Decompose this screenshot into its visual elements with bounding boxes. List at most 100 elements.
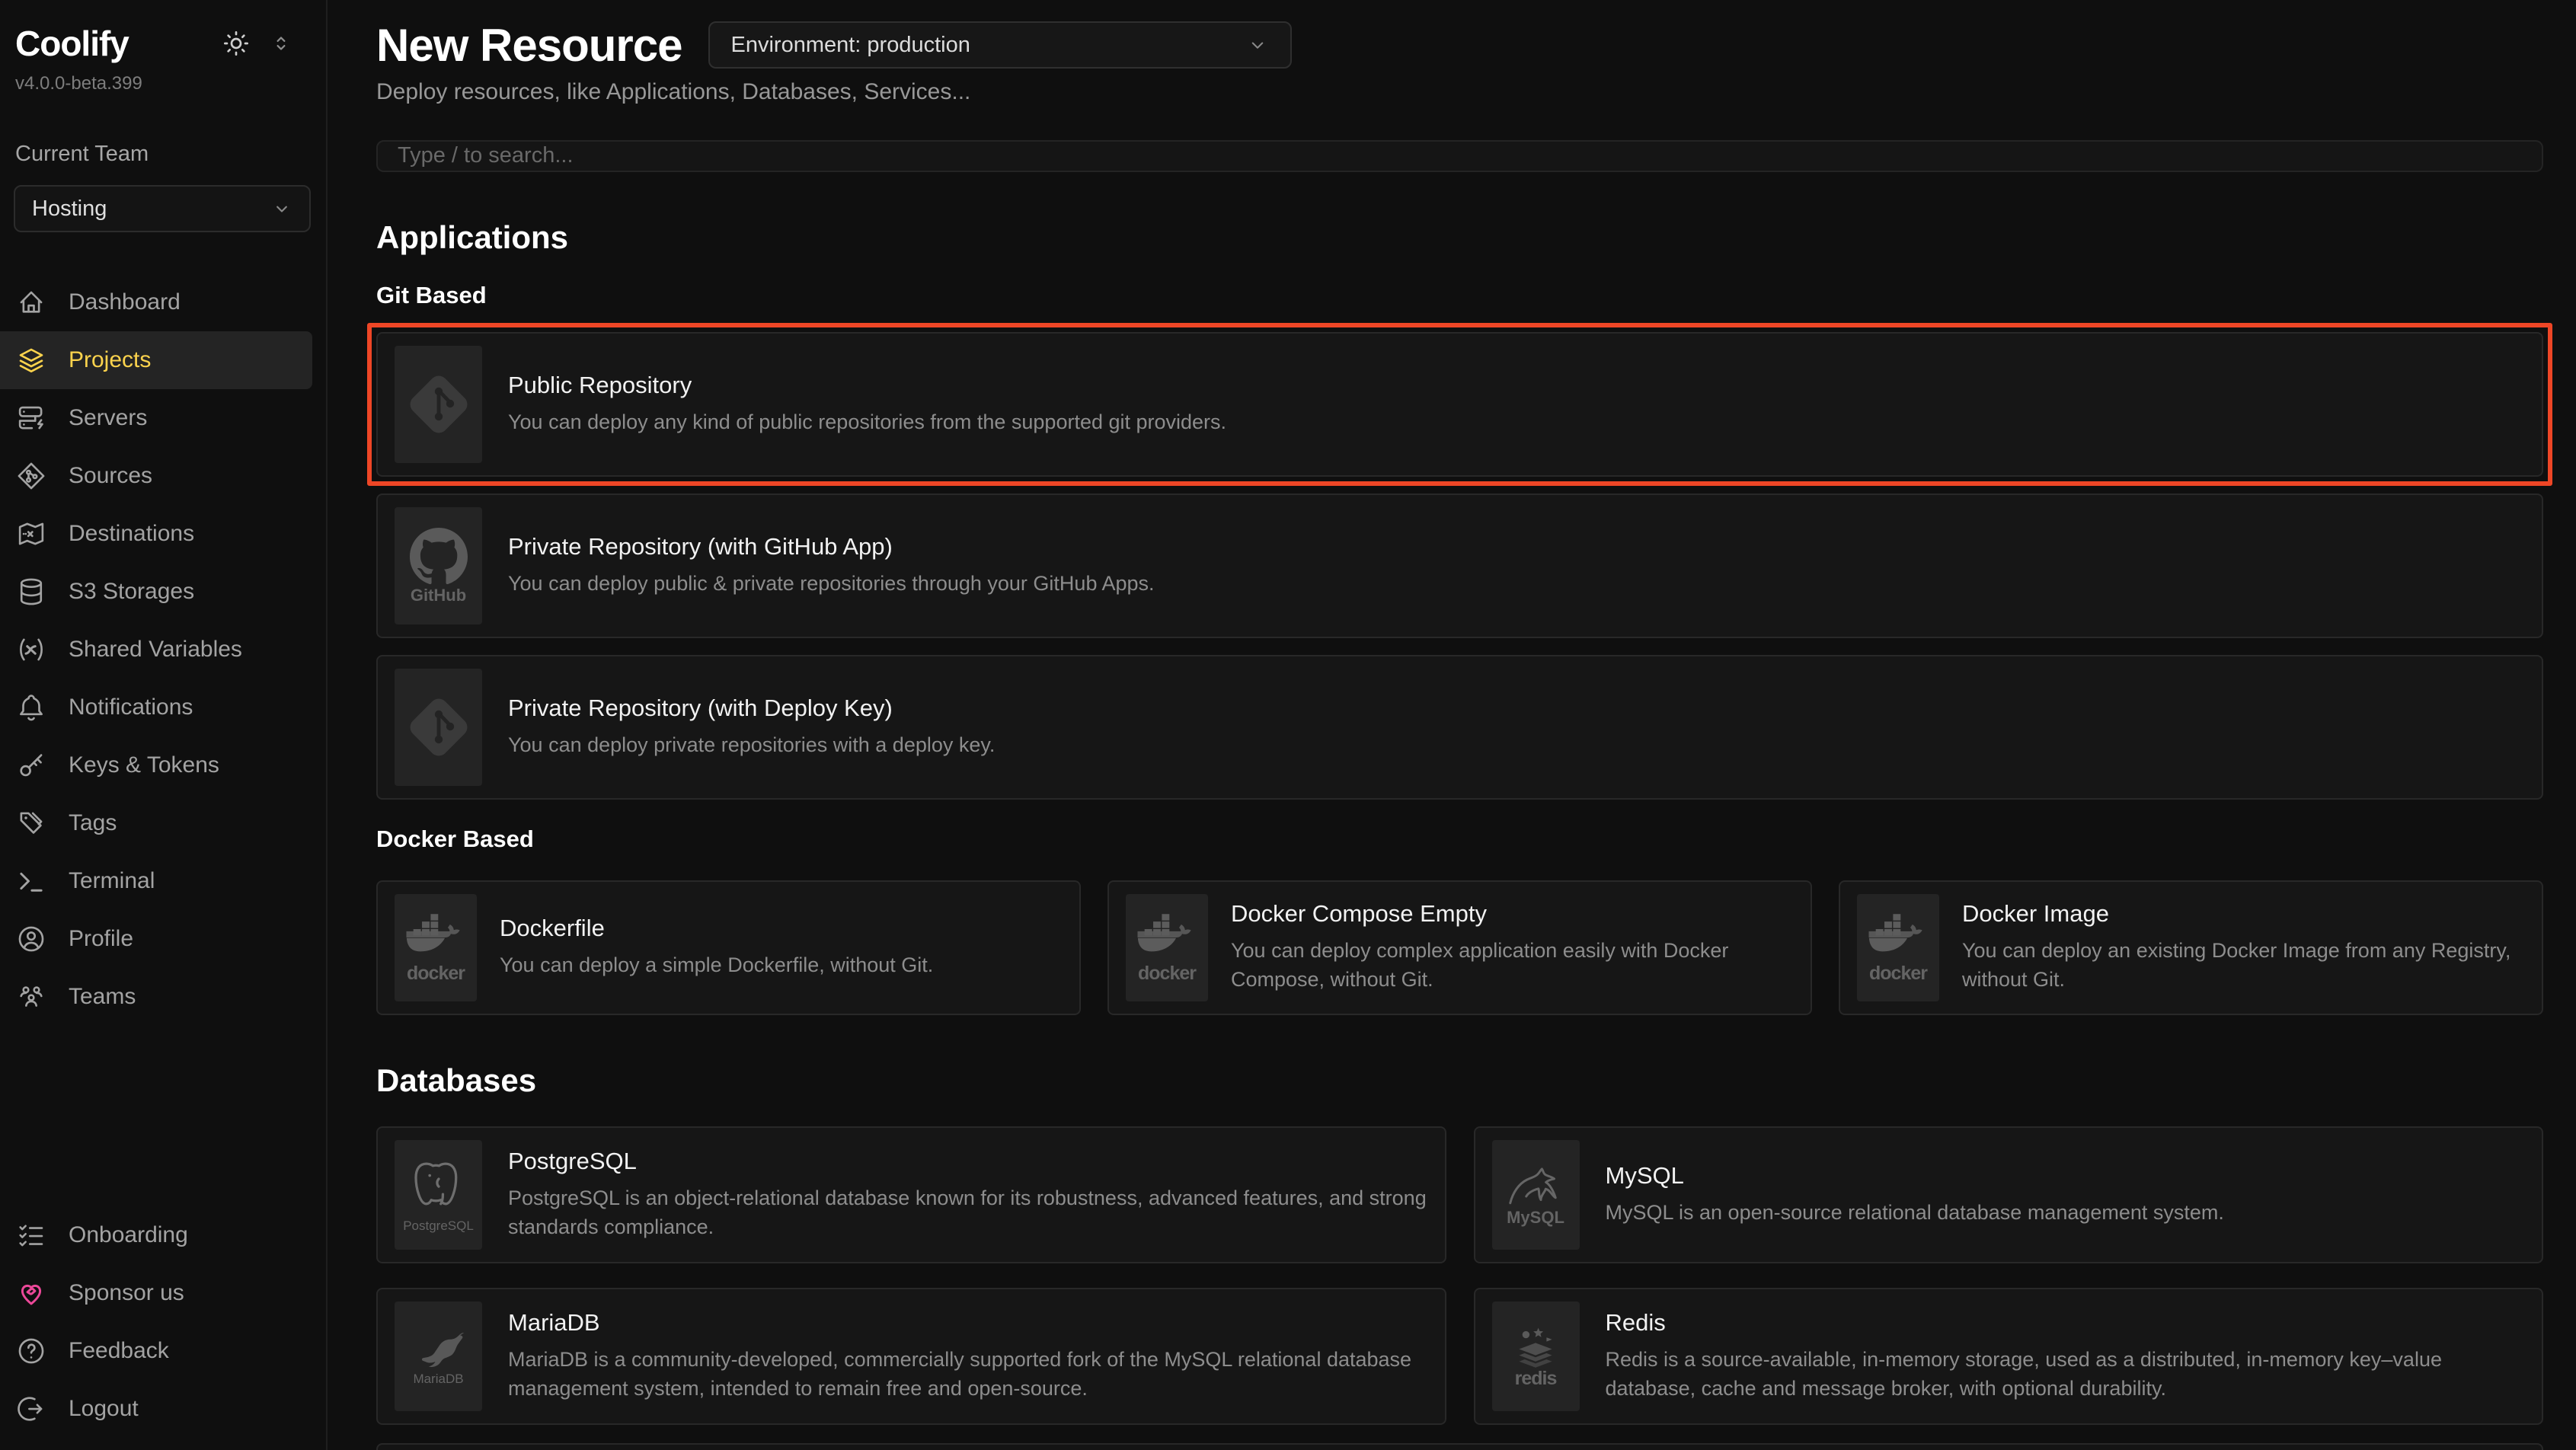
sidebar-item-label: Sponsor us xyxy=(69,1280,184,1306)
layers-icon xyxy=(15,344,47,376)
section-git-based: Git Based xyxy=(376,282,2543,309)
sidebar-item-label: Terminal xyxy=(69,868,155,894)
sidebar-item-label: Onboarding xyxy=(69,1222,188,1248)
sidebar-item-s3-storages[interactable]: S3 Storages xyxy=(0,563,326,621)
bell-icon xyxy=(15,691,47,723)
card-description: You can deploy private repositories with… xyxy=(508,731,995,760)
card-description: You can deploy any kind of public reposi… xyxy=(508,408,1226,437)
user-circle-icon xyxy=(15,923,47,955)
server-icon xyxy=(15,402,47,434)
main-content: New Resource Environment: production Dep… xyxy=(328,0,2576,1450)
variables-icon xyxy=(15,634,47,666)
docker-logo: docker xyxy=(1126,894,1208,1001)
github-logo-text: GitHub xyxy=(411,587,466,604)
team-select[interactable]: Hosting xyxy=(14,185,311,232)
sidebar-item-label: Dashboard xyxy=(69,289,181,315)
section-databases: Databases xyxy=(376,1062,2543,1099)
selector-icon[interactable] xyxy=(270,32,292,55)
sidebar-item-servers[interactable]: Servers xyxy=(0,389,326,447)
docker-logo: docker xyxy=(395,894,477,1001)
sidebar-item-terminal[interactable]: Terminal xyxy=(0,852,326,910)
postgresql-logo-text: PostgreSQL xyxy=(403,1219,474,1232)
help-circle-icon xyxy=(15,1335,47,1367)
card-description: You can deploy complex application easil… xyxy=(1231,937,1794,995)
card-description: PostgreSQL is an object-relational datab… xyxy=(508,1184,1428,1242)
app-logo: Coolify xyxy=(15,23,129,64)
card-description: You can deploy a simple Dockerfile, with… xyxy=(500,951,933,980)
team-select-value: Hosting xyxy=(32,196,107,222)
sidebar-item-label: Keys & Tokens xyxy=(69,752,219,778)
map-icon xyxy=(15,518,47,550)
card-partially-visible[interactable] xyxy=(376,1443,2543,1450)
github-logo: GitHub xyxy=(395,507,482,624)
card-title: Docker Compose Empty xyxy=(1231,900,1794,928)
card-mariadb[interactable]: MariaDB MariaDB MariaDB is a community-d… xyxy=(376,1288,1446,1425)
sidebar-item-label: Notifications xyxy=(69,695,193,720)
docker-logo-text: docker xyxy=(1869,964,1927,983)
sidebar-item-keys-tokens[interactable]: Keys & Tokens xyxy=(0,736,326,794)
sidebar-item-onboarding[interactable]: Onboarding xyxy=(0,1206,326,1264)
sidebar-footer-nav: Onboarding Sponsor us Feedback Logout xyxy=(0,1206,326,1450)
docker-logo-text: docker xyxy=(1138,964,1196,983)
sidebar-item-dashboard[interactable]: Dashboard xyxy=(0,273,326,331)
terminal-icon xyxy=(15,865,47,897)
section-applications: Applications xyxy=(376,219,2543,256)
page-title: New Resource xyxy=(376,19,682,72)
page-subtitle: Deploy resources, like Applications, Dat… xyxy=(376,79,2543,105)
sidebar-item-label: Logout xyxy=(69,1396,139,1422)
sidebar-item-label: Projects xyxy=(69,347,151,373)
card-description: You can deploy public & private reposito… xyxy=(508,570,1155,599)
sidebar-item-sponsor-us[interactable]: Sponsor us xyxy=(0,1264,326,1322)
sidebar-item-logout[interactable]: Logout xyxy=(0,1380,326,1438)
card-title: Dockerfile xyxy=(500,915,933,942)
sidebar-item-label: Teams xyxy=(69,984,136,1010)
environment-select[interactable]: Environment: production xyxy=(708,21,1292,69)
card-private-repository-github-app[interactable]: GitHub Private Repository (with GitHub A… xyxy=(376,493,2543,638)
sidebar-item-label: Sources xyxy=(69,463,152,489)
redis-logo-text: redis xyxy=(1515,1369,1557,1388)
mysql-logo-text: MySQL xyxy=(1507,1209,1564,1226)
card-title: Public Repository xyxy=(508,372,1226,399)
mysql-logo: MySQL xyxy=(1492,1140,1580,1250)
sidebar-item-profile[interactable]: Profile xyxy=(0,910,326,968)
card-description: Redis is a source-available, in-memory s… xyxy=(1606,1346,2526,1404)
card-redis[interactable]: redis Redis Redis is a source-available,… xyxy=(1474,1288,2544,1425)
chevron-down-icon xyxy=(1246,34,1269,56)
sidebar-nav: Dashboard Projects Servers Sources Desti… xyxy=(0,273,326,1026)
app-version: v4.0.0-beta.399 xyxy=(15,73,326,94)
sidebar-item-shared-variables[interactable]: Shared Variables xyxy=(0,621,326,679)
sidebar-item-notifications[interactable]: Notifications xyxy=(0,679,326,736)
sidebar-item-projects[interactable]: Projects xyxy=(0,331,312,389)
current-team-label: Current Team xyxy=(15,142,326,167)
card-title: PostgreSQL xyxy=(508,1148,1428,1175)
card-postgresql[interactable]: PostgreSQL PostgreSQL PostgreSQL is an o… xyxy=(376,1126,1446,1263)
card-title: Docker Image xyxy=(1962,900,2525,928)
sidebar-item-label: Profile xyxy=(69,926,133,952)
search-input[interactable] xyxy=(376,140,2543,172)
card-description: MySQL is an open-source relational datab… xyxy=(1606,1199,2224,1228)
card-dockerfile[interactable]: docker Dockerfile You can deploy a simpl… xyxy=(376,880,1081,1015)
card-docker-compose-empty[interactable]: docker Docker Compose Empty You can depl… xyxy=(1107,880,1812,1015)
key-icon xyxy=(15,749,47,781)
git-logo xyxy=(395,346,482,463)
sidebar-item-feedback[interactable]: Feedback xyxy=(0,1322,326,1380)
docker-logo: docker xyxy=(1857,894,1939,1001)
sidebar-item-sources[interactable]: Sources xyxy=(0,447,326,505)
sidebar-item-tags[interactable]: Tags xyxy=(0,794,326,852)
mariadb-logo: MariaDB xyxy=(395,1301,482,1411)
sidebar-item-destinations[interactable]: Destinations xyxy=(0,505,326,563)
card-mysql[interactable]: MySQL MySQL MySQL is an open-source rela… xyxy=(1474,1126,2544,1263)
sidebar-item-teams[interactable]: Teams xyxy=(0,968,326,1026)
sidebar-item-label: Feedback xyxy=(69,1338,169,1364)
sun-icon[interactable] xyxy=(221,28,251,59)
sidebar-item-label: Shared Variables xyxy=(69,637,242,663)
card-public-repository[interactable]: Public Repository You can deploy any kin… xyxy=(376,332,2543,477)
sidebar: Coolify v4.0.0-beta.399 Current Team Hos… xyxy=(0,0,328,1450)
card-description: You can deploy an existing Docker Image … xyxy=(1962,937,2525,995)
sidebar-item-label: Tags xyxy=(69,810,117,836)
card-docker-image[interactable]: docker Docker Image You can deploy an ex… xyxy=(1839,880,2543,1015)
checklist-icon xyxy=(15,1219,47,1251)
environment-select-value: Environment: production xyxy=(731,33,970,58)
card-private-repository-deploy-key[interactable]: Private Repository (with Deploy Key) You… xyxy=(376,655,2543,800)
git-logo xyxy=(395,669,482,786)
